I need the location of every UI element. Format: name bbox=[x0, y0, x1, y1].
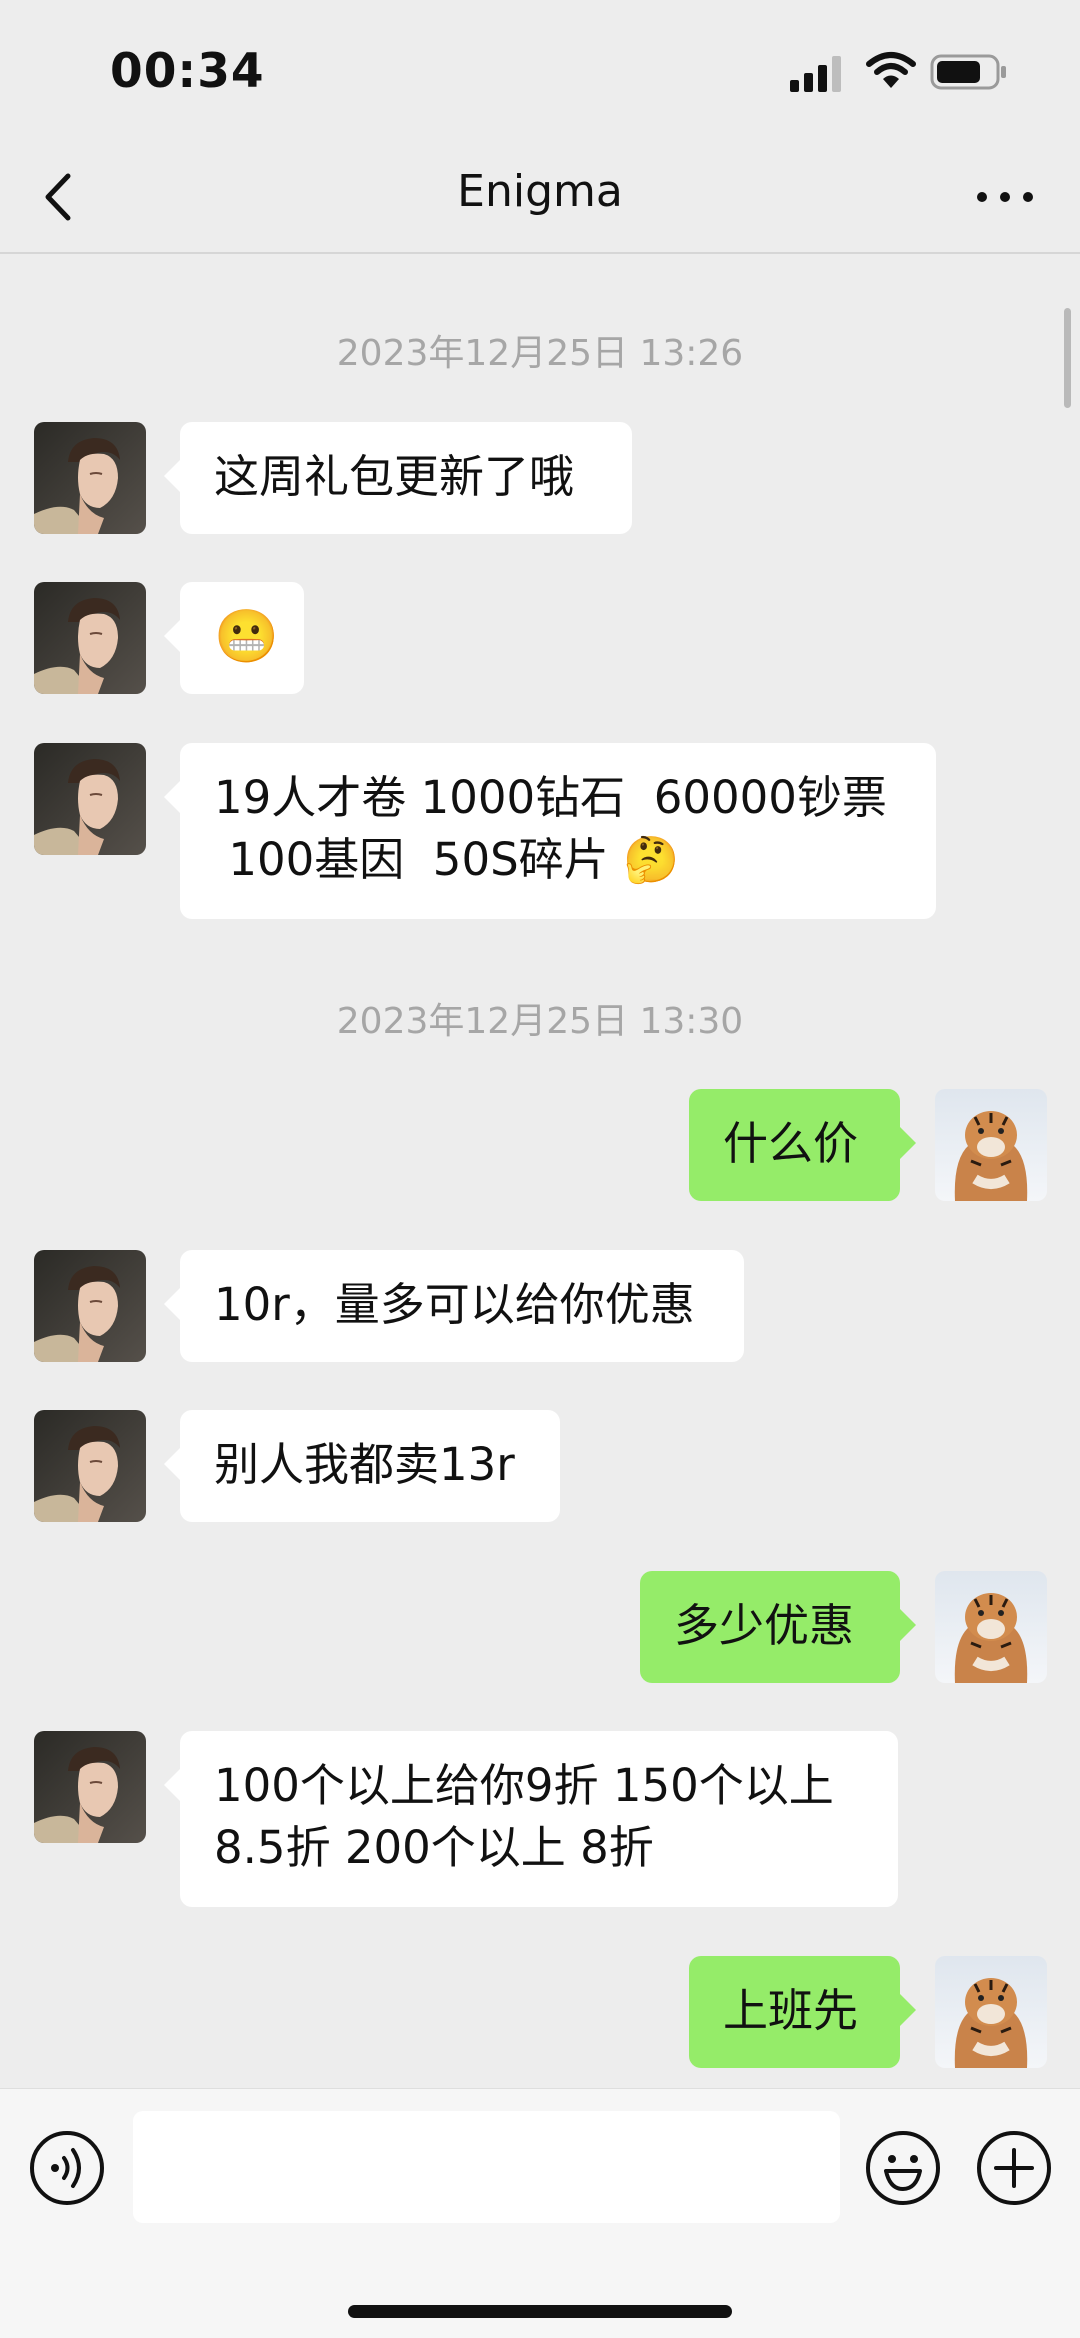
message-bubble[interactable]: 别人我都卖13r bbox=[164, 1410, 560, 1522]
my-avatar[interactable] bbox=[935, 1571, 1047, 1683]
plus-icon[interactable] bbox=[975, 2129, 1053, 2207]
message-bubble[interactable]: 100个以上给你9折 150个以上 8.5折 200个以上 8折 bbox=[164, 1731, 898, 1907]
input-bar bbox=[0, 2088, 1080, 2338]
emoji-icon[interactable] bbox=[864, 2129, 942, 2207]
contact-avatar[interactable] bbox=[34, 422, 146, 534]
message-bubble[interactable]: 多少优惠 bbox=[640, 1571, 916, 1683]
message-bubble[interactable]: 19人才卷 1000钻石 60000钞票 100基因 50S碎片 🤔 bbox=[164, 743, 936, 919]
status-bar: 00:34 bbox=[0, 0, 1080, 140]
status-time: 00:34 bbox=[110, 44, 265, 99]
message-bubble[interactable]: 这周礼包更新了哦 bbox=[164, 422, 632, 534]
home-indicator[interactable] bbox=[348, 2305, 732, 2318]
cellular-signal-icon bbox=[790, 56, 841, 92]
more-dots-icon[interactable] bbox=[970, 172, 1040, 222]
contact-avatar[interactable] bbox=[34, 582, 146, 694]
voice-icon[interactable] bbox=[28, 2129, 106, 2207]
wifi-icon bbox=[866, 52, 916, 88]
message-input[interactable] bbox=[133, 2111, 840, 2223]
message-bubble[interactable]: 上班先 bbox=[689, 1956, 916, 2068]
contact-avatar[interactable] bbox=[34, 1410, 146, 1522]
my-avatar[interactable] bbox=[935, 1089, 1047, 1201]
message-bubble[interactable]: 什么价 bbox=[689, 1089, 916, 1201]
battery-icon bbox=[930, 54, 1006, 90]
chat-header: Enigma bbox=[0, 140, 1080, 254]
timestamp: 2023年12月25日 13:26 bbox=[336, 333, 744, 374]
contact-avatar[interactable] bbox=[34, 743, 146, 855]
message-bubble[interactable]: 😬 bbox=[164, 582, 304, 694]
page-title[interactable]: Enigma bbox=[0, 166, 1080, 217]
timestamp: 2023年12月25日 13:30 bbox=[336, 1001, 744, 1042]
my-avatar[interactable] bbox=[935, 1956, 1047, 2068]
message-bubble[interactable]: 10r，量多可以给你优惠 bbox=[164, 1250, 744, 1362]
contact-avatar[interactable] bbox=[34, 1250, 146, 1362]
contact-avatar[interactable] bbox=[34, 1731, 146, 1843]
